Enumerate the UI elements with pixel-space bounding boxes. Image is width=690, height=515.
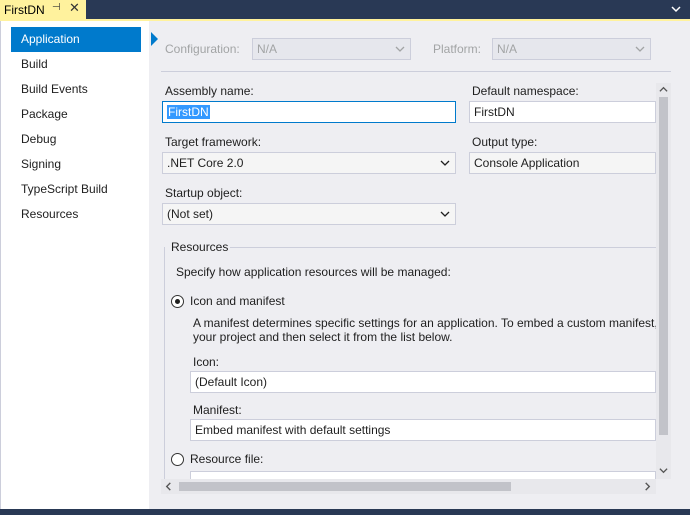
icon-combo[interactable]: (Default Icon) xyxy=(190,371,656,393)
nav-item-label: Signing xyxy=(21,157,62,171)
resources-group-border-top xyxy=(230,247,656,248)
icon-and-manifest-label[interactable]: Icon and manifest xyxy=(190,294,285,308)
target-framework-label: Target framework: xyxy=(165,135,262,149)
properties-nav: Application Build Build Events Package D… xyxy=(1,21,158,509)
scroll-down-icon[interactable] xyxy=(659,466,668,475)
nav-item-debug[interactable]: Debug xyxy=(11,127,141,152)
nav-item-build[interactable]: Build xyxy=(11,52,141,77)
document-tab-title: FirstDN xyxy=(4,2,45,17)
configuration-label: Configuration: xyxy=(165,42,240,56)
nav-item-label: Build Events xyxy=(21,82,88,96)
manifest-description-line2: your project and then select it from the… xyxy=(193,330,453,344)
scroll-up-icon[interactable] xyxy=(659,85,668,94)
chevron-down-icon xyxy=(635,46,645,52)
manifest-label: Manifest: xyxy=(193,403,242,417)
manifest-description-line1: A manifest determines specific settings … xyxy=(193,316,658,330)
default-namespace-label: Default namespace: xyxy=(472,84,579,98)
platform-dropdown[interactable]: N/A xyxy=(492,38,651,60)
nav-item-package[interactable]: Package xyxy=(11,102,141,127)
nav-item-resources[interactable]: Resources xyxy=(11,202,141,227)
output-type-dropdown[interactable]: Console Application xyxy=(469,152,656,174)
icon-and-manifest-radio[interactable] xyxy=(171,295,184,308)
close-icon[interactable]: ✕ xyxy=(69,0,80,16)
manifest-combo[interactable]: Embed manifest with default settings xyxy=(190,419,656,441)
horizontal-scrollbar[interactable] xyxy=(161,479,656,494)
horizontal-scroll-thumb[interactable] xyxy=(179,482,511,491)
chevron-down-icon xyxy=(395,46,405,52)
platform-value: N/A xyxy=(497,42,518,56)
resource-file-input[interactable] xyxy=(190,471,656,479)
pin-icon[interactable]: ⊣ xyxy=(52,2,61,13)
project-properties-panel: Application Build Build Events Package D… xyxy=(0,21,690,509)
document-tab-strip: FirstDN ⊣ ✕ xyxy=(0,0,690,19)
startup-object-dropdown[interactable]: (Not set) xyxy=(162,203,456,225)
chevron-down-icon xyxy=(440,160,450,166)
icon-label: Icon: xyxy=(193,355,220,369)
resources-group-border-left xyxy=(164,247,165,479)
assembly-name-input[interactable]: FirstDN xyxy=(162,101,456,123)
icon-value: (Default Icon) xyxy=(195,375,268,389)
chevron-down-icon xyxy=(440,211,450,217)
nav-item-label: Resources xyxy=(21,207,79,221)
tab-overflow-chevron-icon[interactable] xyxy=(670,3,682,15)
nav-item-label: TypeScript Build xyxy=(21,182,108,196)
configuration-dropdown[interactable]: N/A xyxy=(252,38,411,60)
document-tab-firstdn[interactable]: FirstDN ⊣ ✕ xyxy=(0,0,86,19)
scroll-right-icon[interactable] xyxy=(643,482,652,491)
startup-object-value: (Not set) xyxy=(167,207,214,221)
output-type-value: Console Application xyxy=(474,156,580,170)
scroll-left-icon[interactable] xyxy=(164,482,173,491)
nav-item-application[interactable]: Application xyxy=(11,27,158,52)
nav-item-signing[interactable]: Signing xyxy=(11,152,141,177)
nav-item-label: Package xyxy=(21,107,68,121)
nav-item-label: Build xyxy=(21,57,48,71)
nav-item-label: Debug xyxy=(21,132,57,146)
nav-item-build-events[interactable]: Build Events xyxy=(11,77,141,102)
nav-item-typescript-build[interactable]: TypeScript Build xyxy=(11,177,141,202)
assembly-name-label: Assembly name: xyxy=(165,84,254,98)
manifest-value: Embed manifest with default settings xyxy=(195,423,391,437)
resources-description: Specify how application resources will b… xyxy=(176,265,451,279)
target-framework-dropdown[interactable]: .NET Core 2.0 xyxy=(162,152,456,174)
vertical-scrollbar[interactable] xyxy=(656,83,671,479)
selected-arrow-icon xyxy=(151,32,158,46)
default-namespace-value: FirstDN xyxy=(474,105,515,119)
resources-group-label: Resources xyxy=(171,240,229,254)
configuration-value: N/A xyxy=(257,42,278,56)
startup-object-label: Startup object: xyxy=(165,186,243,200)
vertical-scroll-thumb[interactable] xyxy=(659,97,668,435)
nav-item-label: Application xyxy=(21,32,80,46)
window-bottom-frame xyxy=(0,509,690,515)
default-namespace-input[interactable]: FirstDN xyxy=(469,101,656,123)
assembly-name-value: FirstDN xyxy=(167,105,210,119)
target-framework-value: .NET Core 2.0 xyxy=(167,156,244,170)
resource-file-label[interactable]: Resource file: xyxy=(190,452,263,466)
output-type-label: Output type: xyxy=(472,135,538,149)
platform-label: Platform: xyxy=(433,42,482,56)
resource-file-radio[interactable] xyxy=(171,453,184,466)
config-divider xyxy=(161,71,671,72)
